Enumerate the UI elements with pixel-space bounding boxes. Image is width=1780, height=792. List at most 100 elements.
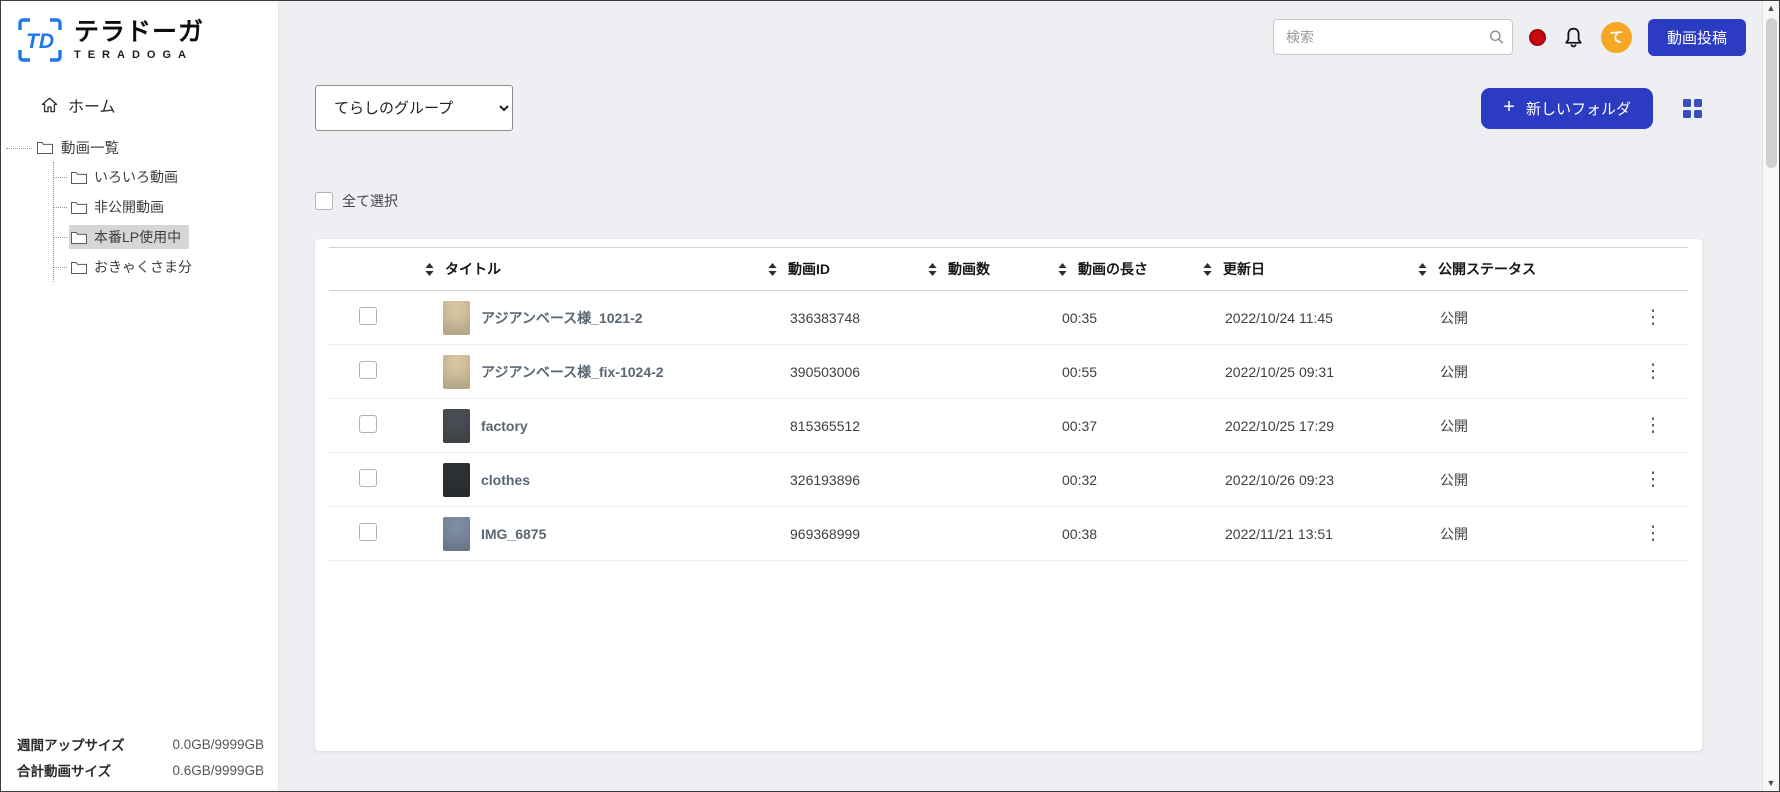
scroll-down-icon[interactable]: ▼ xyxy=(1767,779,1776,788)
plus-icon: + xyxy=(1503,96,1515,118)
kebab-menu-icon[interactable]: ⋮ xyxy=(1637,308,1670,327)
notifications-button[interactable] xyxy=(1562,25,1585,50)
sidebar-folder-item[interactable]: 非公開動画 xyxy=(54,192,278,222)
column-header-video-count[interactable]: 動画数 xyxy=(928,247,1058,291)
column-label: 更新日 xyxy=(1223,261,1265,277)
home-icon xyxy=(41,97,58,113)
video-count xyxy=(928,290,1058,345)
video-updated: 2022/10/25 17:29 xyxy=(1203,398,1418,453)
scroll-up-icon[interactable]: ▲ xyxy=(1767,4,1776,13)
column-header-duration[interactable]: 動画の長さ xyxy=(1058,247,1203,291)
sort-icon xyxy=(1418,262,1427,276)
sort-icon xyxy=(425,262,434,276)
video-thumbnail[interactable] xyxy=(443,462,470,497)
video-duration: 00:37 xyxy=(1058,398,1203,453)
sort-icon xyxy=(1203,262,1212,276)
sort-icon xyxy=(1058,262,1067,276)
column-header-title[interactable]: タイトル xyxy=(425,247,768,291)
bell-icon xyxy=(1564,27,1583,48)
topbar: て 動画投稿 xyxy=(279,1,1762,59)
folder-list: いろいろ動画 非公開動画 本番LP使用中 おきゃくさま分 xyxy=(53,162,278,282)
folder-row: 本番LP使用中 xyxy=(69,225,190,249)
video-title-link[interactable]: clothes xyxy=(481,472,530,488)
sort-icon xyxy=(928,262,937,276)
row-checkbox[interactable] xyxy=(359,523,377,541)
video-updated: 2022/10/24 11:45 xyxy=(1203,290,1418,345)
video-updated: 2022/10/25 09:31 xyxy=(1203,344,1418,399)
kebab-menu-icon[interactable]: ⋮ xyxy=(1637,362,1670,381)
new-folder-button[interactable]: + 新しいフォルダ xyxy=(1481,87,1653,129)
video-thumbnail[interactable] xyxy=(443,516,470,551)
video-duration: 00:32 xyxy=(1058,452,1203,507)
video-updated: 2022/10/26 09:23 xyxy=(1203,452,1418,507)
sidebar-folder-item[interactable]: いろいろ動画 xyxy=(54,162,278,192)
table-row: アジアンベース様_fix-1024-2 390503006 00:55 2022… xyxy=(329,344,1688,399)
folder-root-label: 動画一覧 xyxy=(61,141,119,157)
publish-status: 公開 xyxy=(1418,344,1618,399)
search-box xyxy=(1272,19,1513,55)
column-header-status[interactable]: 公開ステータス xyxy=(1418,247,1618,291)
video-id: 326193896 xyxy=(768,452,928,507)
select-all-label: 全て選択 xyxy=(342,193,398,209)
column-header-updated[interactable]: 更新日 xyxy=(1203,247,1418,291)
kebab-menu-icon[interactable]: ⋮ xyxy=(1637,416,1670,435)
search-icon xyxy=(1489,30,1504,45)
table-row: アジアンベース様_1021-2 336383748 00:35 2022/10/… xyxy=(329,290,1688,345)
kebab-menu-icon[interactable]: ⋮ xyxy=(1637,524,1670,543)
folder-row: おきゃくさま分 xyxy=(69,255,200,279)
teradoga-logo-icon: TD xyxy=(17,17,63,63)
select-all-row: 全て選択 xyxy=(315,191,1762,211)
brand-name-jp: テラドーガ xyxy=(74,17,205,46)
avatar[interactable]: て xyxy=(1600,21,1632,53)
grid-view-toggle[interactable] xyxy=(1683,98,1702,118)
video-count xyxy=(928,344,1058,399)
home-label: ホーム xyxy=(68,99,116,116)
column-header-video-id[interactable]: 動画ID xyxy=(768,247,928,291)
select-all-checkbox[interactable] xyxy=(315,192,333,210)
video-thumbnail[interactable] xyxy=(443,354,470,389)
storage-label: 週間アップサイズ xyxy=(17,738,125,753)
toolbar-right: + 新しいフォルダ xyxy=(1481,87,1702,129)
scrollbar-thumb[interactable] xyxy=(1765,18,1777,168)
search-input[interactable] xyxy=(1272,19,1513,55)
folder-row: 非公開動画 xyxy=(69,195,172,219)
row-checkbox[interactable] xyxy=(359,361,377,379)
video-thumbnail[interactable] xyxy=(443,408,470,443)
sidebar-folder-item[interactable]: おきゃくさま分 xyxy=(54,252,278,282)
row-checkbox[interactable] xyxy=(359,307,377,325)
video-title-link[interactable]: アジアンベース様_fix-1024-2 xyxy=(481,362,664,382)
video-count xyxy=(928,398,1058,453)
sort-icon xyxy=(768,262,777,276)
storage-value: 0.0GB/9999GB xyxy=(172,736,264,752)
sidebar-folder-item[interactable]: 本番LP使用中 xyxy=(54,222,278,252)
video-id: 969368999 xyxy=(768,506,928,561)
header-checkbox-spacer xyxy=(329,247,425,291)
new-folder-label: 新しいフォルダ xyxy=(1525,100,1631,118)
video-thumbnail[interactable] xyxy=(443,300,470,335)
video-count xyxy=(928,452,1058,507)
upload-video-button[interactable]: 動画投稿 xyxy=(1647,18,1746,56)
row-checkbox[interactable] xyxy=(359,415,377,433)
vertical-scrollbar[interactable]: ▲ ▼ xyxy=(1762,1,1779,791)
kebab-menu-icon[interactable]: ⋮ xyxy=(1637,470,1670,489)
brand-name-en: TERADOGA xyxy=(74,49,193,62)
folder-icon xyxy=(71,231,87,244)
brand-logo[interactable]: TD テラドーガ TERADOGA xyxy=(1,1,278,67)
sidebar-item-home[interactable]: ホーム xyxy=(1,67,278,117)
group-select[interactable]: てらしのグループ xyxy=(315,85,513,131)
video-title-link[interactable]: factory xyxy=(481,418,528,434)
video-title-link[interactable]: アジアンベース様_1021-2 xyxy=(481,308,643,328)
title-cell: IMG_6875 xyxy=(425,516,768,551)
publish-status: 公開 xyxy=(1418,290,1618,345)
record-status-icon[interactable] xyxy=(1528,28,1546,46)
sidebar-folder-root[interactable]: 動画一覧 xyxy=(1,137,278,158)
title-cell: clothes xyxy=(425,462,768,497)
video-count xyxy=(928,506,1058,561)
video-title-link[interactable]: IMG_6875 xyxy=(481,526,546,542)
table-header-row: タイトル 動画ID 動画数 動画の長さ 更新日 公開ステータス xyxy=(329,247,1688,291)
title-cell: factory xyxy=(425,408,768,443)
storage-row-total: 合計動画サイズ 0.6GB/9999GB xyxy=(17,757,264,783)
row-checkbox[interactable] xyxy=(359,469,377,487)
title-cell: アジアンベース様_fix-1024-2 xyxy=(425,354,768,389)
brand-text: テラドーガ TERADOGA xyxy=(74,17,205,62)
